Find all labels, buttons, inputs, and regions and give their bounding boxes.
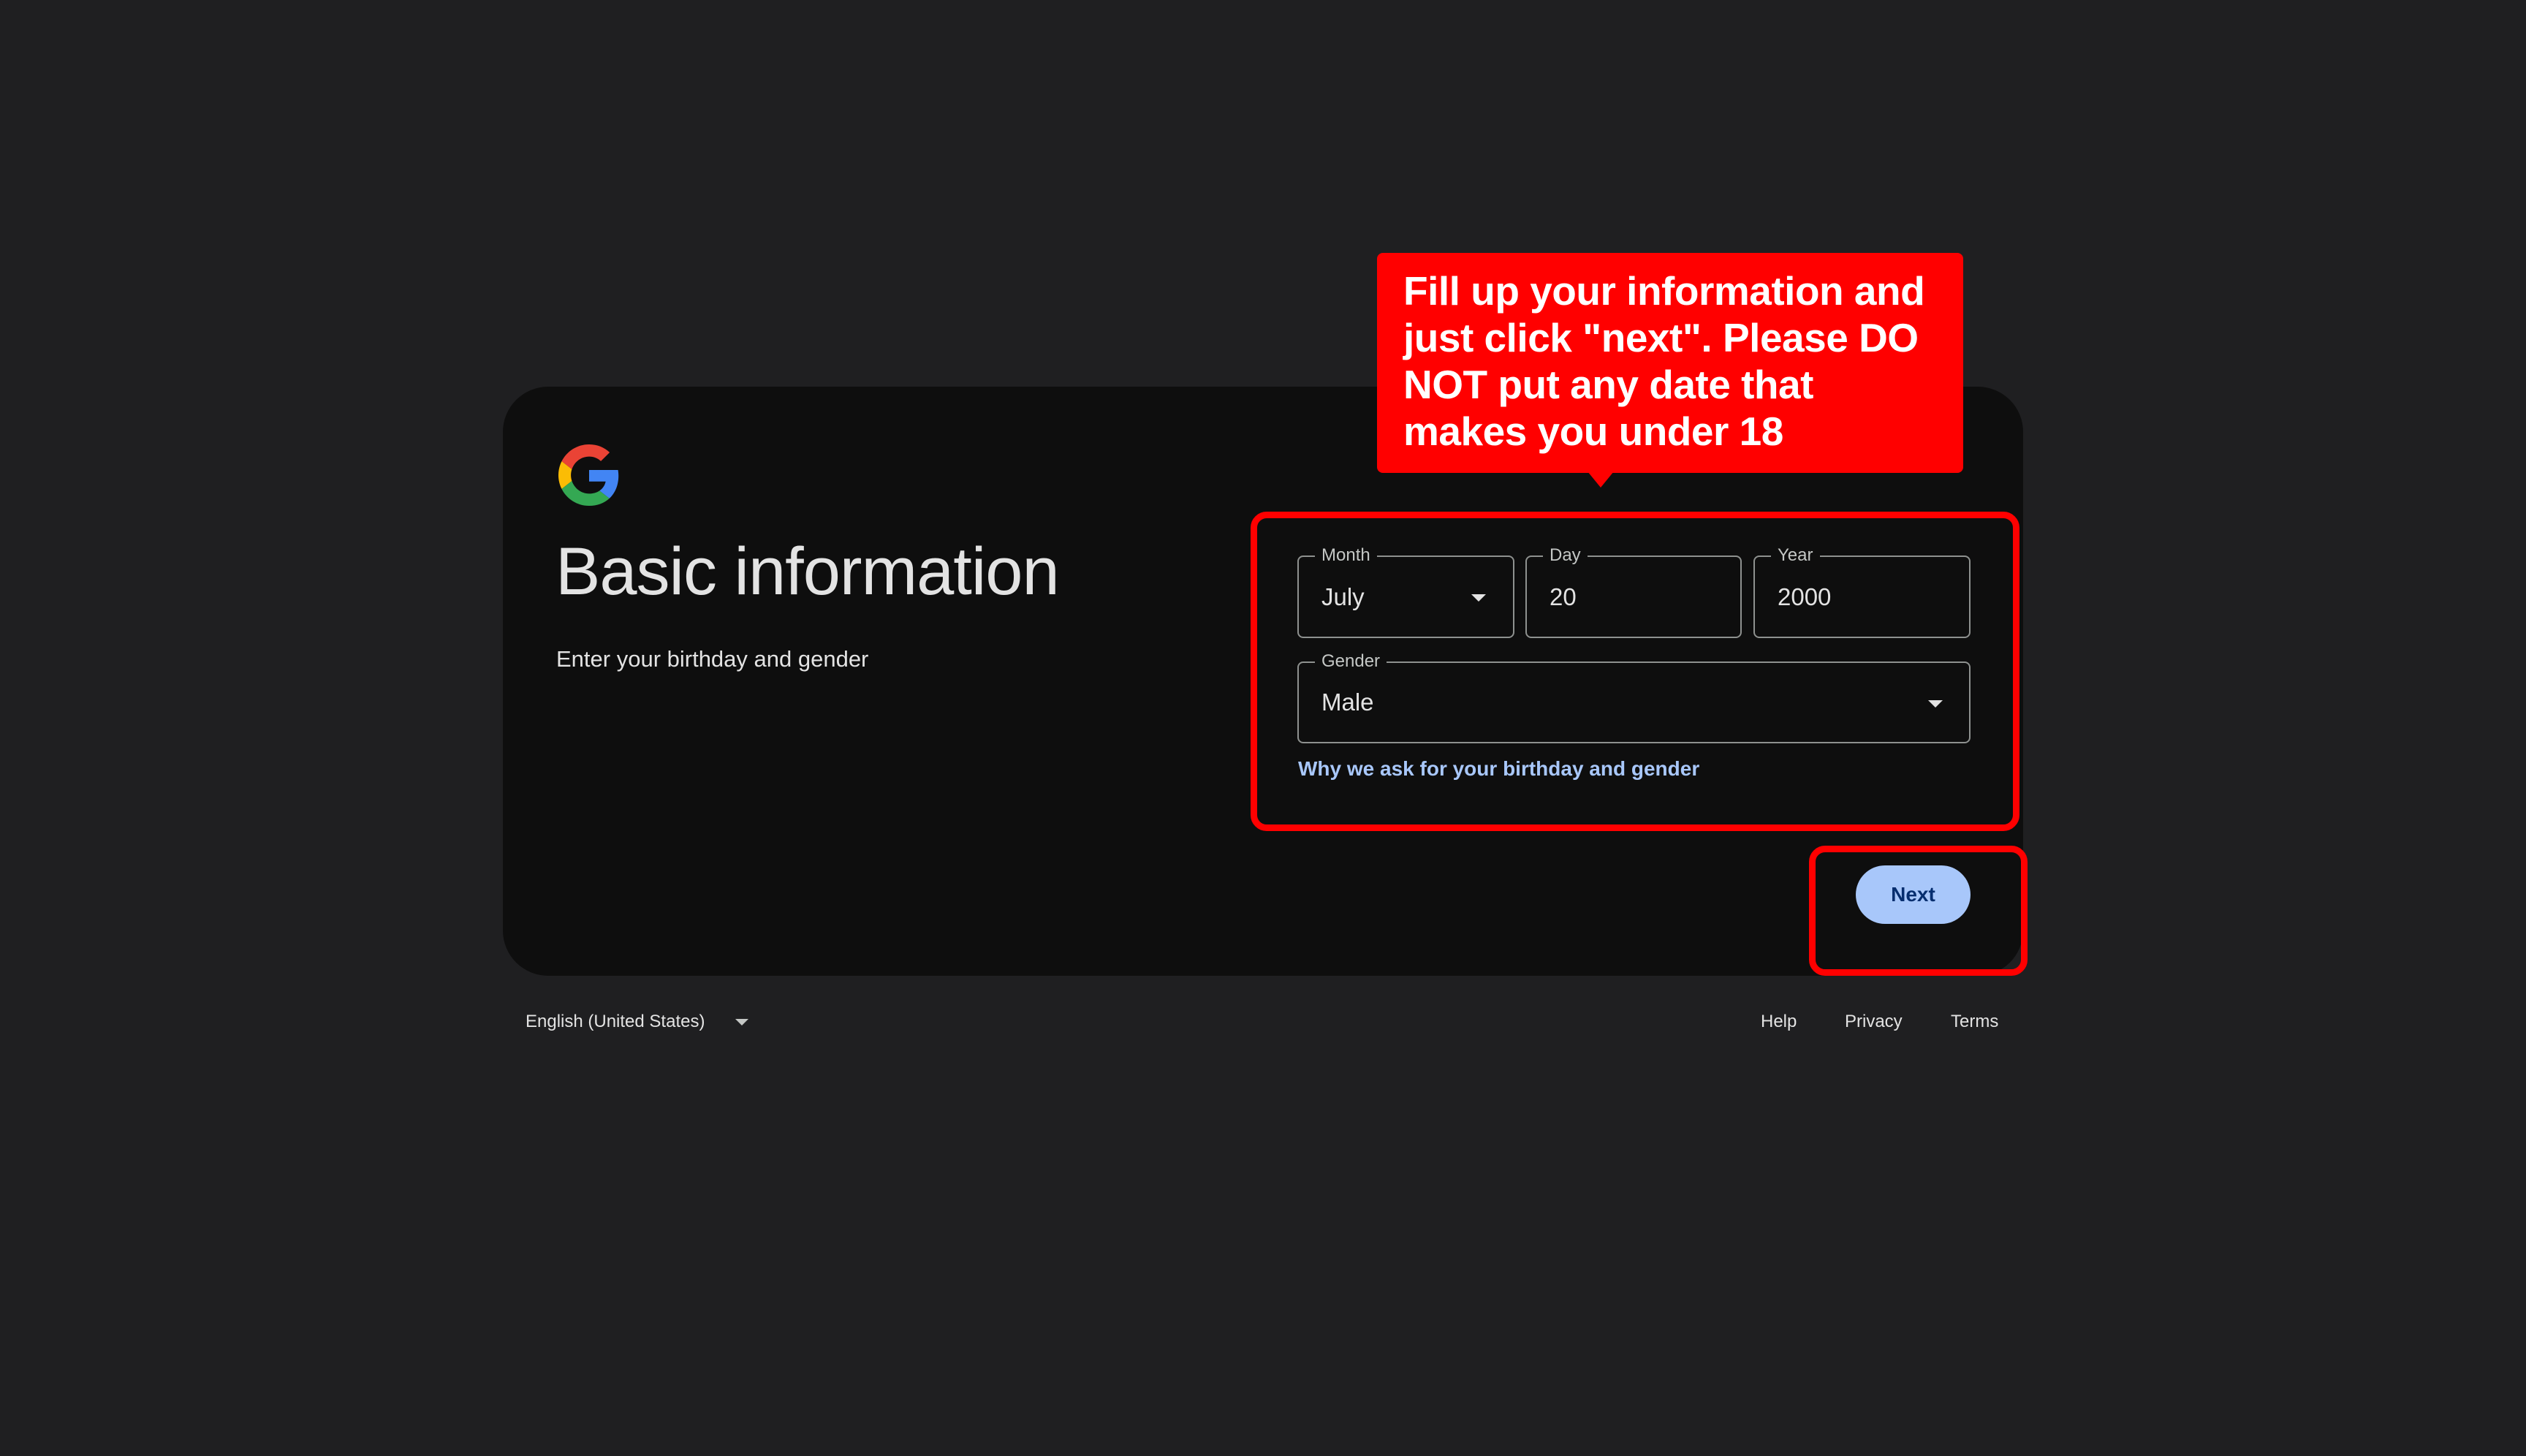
callout-pointer (1588, 471, 1614, 488)
page-subtitle: Enter your birthday and gender (556, 646, 869, 672)
chevron-down-icon[interactable] (735, 1019, 748, 1025)
language-label: English (United States) (526, 1012, 705, 1031)
footer-privacy-link[interactable]: Privacy (1845, 1012, 1903, 1032)
google-logo-icon (558, 444, 619, 506)
signup-page: Basic information Enter your birthday an… (0, 0, 2526, 1456)
language-selector[interactable]: English (United States) (526, 1012, 705, 1032)
instruction-callout: Fill up your information and just click … (1377, 253, 1963, 473)
next-highlight-box (1809, 846, 2028, 976)
form-highlight-box (1251, 512, 2019, 831)
footer-help-link[interactable]: Help (1761, 1012, 1797, 1032)
footer-terms-link[interactable]: Terms (1951, 1012, 1998, 1032)
page-title: Basic information (555, 534, 1060, 609)
